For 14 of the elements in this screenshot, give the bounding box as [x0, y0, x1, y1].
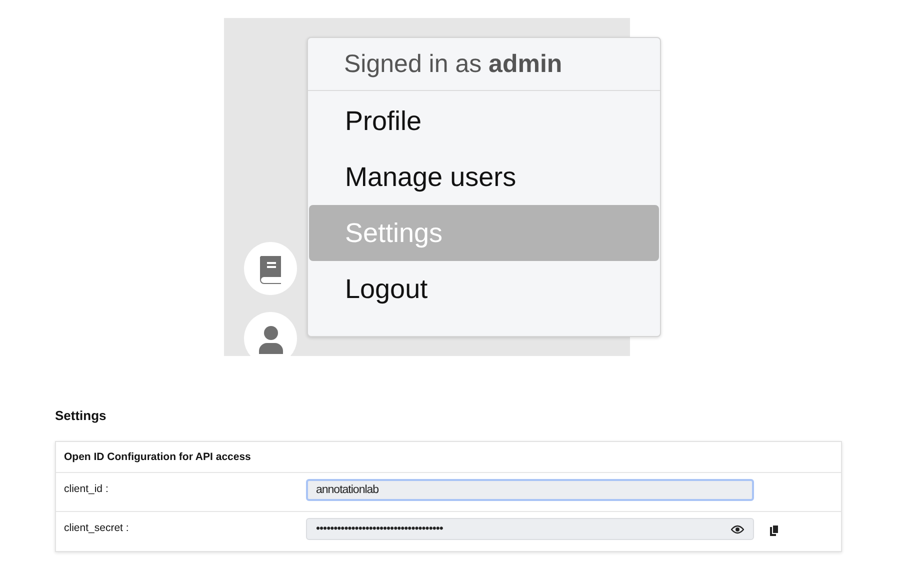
card-title: Open ID Configuration for API access: [56, 442, 841, 473]
password-field[interactable]: ••••••••••••••••••••••••••••••••••••: [306, 518, 754, 540]
field-label: client_secret :: [63, 521, 130, 536]
signed-in-text: Signed in as admin: [344, 50, 562, 78]
user-icon[interactable]: [258, 324, 284, 354]
input-field[interactable]: annotationlab: [306, 479, 754, 501]
book-icon[interactable]: [258, 254, 284, 284]
menu-item[interactable]: Profile: [309, 93, 659, 149]
copy-icon[interactable]: [770, 525, 779, 536]
menu-item[interactable]: Manage users: [309, 149, 659, 205]
field-label: client_id :: [63, 482, 110, 497]
menu-item[interactable]: Logout: [309, 261, 659, 317]
page-title: Settings: [55, 407, 108, 425]
eye-icon[interactable]: [731, 524, 744, 534]
